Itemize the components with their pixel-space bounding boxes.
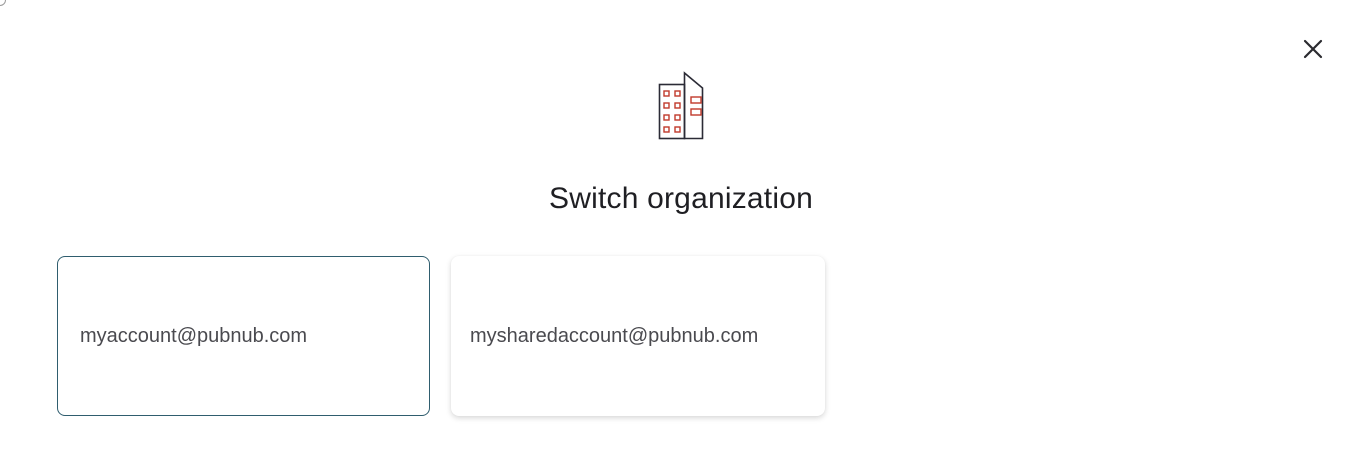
switch-organization-dialog: Switch organization myaccount@pubnub.com…: [0, 0, 1356, 452]
organization-label: myaccount@pubnub.com: [80, 324, 308, 347]
close-icon: [1303, 39, 1323, 59]
dialog-title: Switch organization: [549, 182, 813, 215]
corner-artifact: [0, 0, 6, 6]
close-button[interactable]: [1300, 36, 1326, 62]
organization-card[interactable]: mysharedaccount@pubnub.com: [451, 256, 825, 416]
building-icon: [658, 71, 704, 140]
organization-label: mysharedaccount@pubnub.com: [470, 324, 759, 347]
organization-card-selected[interactable]: myaccount@pubnub.com: [57, 256, 430, 416]
